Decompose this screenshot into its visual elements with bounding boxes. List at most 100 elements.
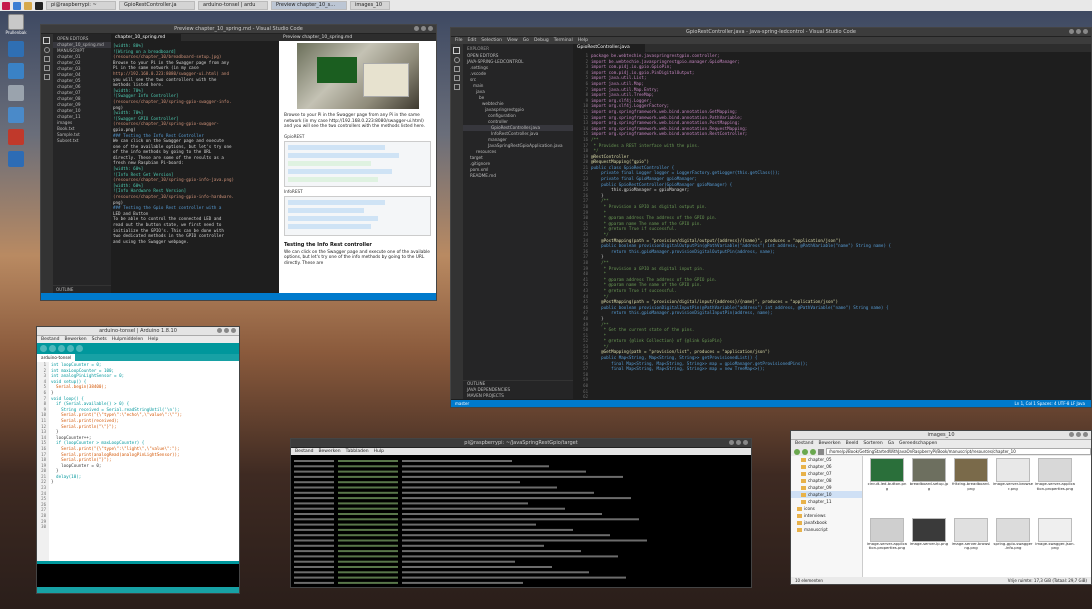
menu-item[interactable]: Bestand: [795, 441, 813, 446]
tab-gpio-rest-controller[interactable]: GpioRestController.java: [573, 44, 645, 52]
folder-tree-item[interactable]: manuscript: [791, 526, 862, 533]
source-control-icon[interactable]: [454, 66, 460, 72]
raspberry-menu-icon[interactable]: [2, 1, 10, 10]
desktop-icon-4[interactable]: [8, 85, 24, 101]
path-field[interactable]: /home/pi/Book/GettingStartedWithJavaOnRa…: [826, 448, 1091, 455]
close-icon[interactable]: [231, 328, 236, 333]
menu-item[interactable]: Go: [523, 38, 529, 43]
save-icon[interactable]: [76, 345, 83, 352]
up-icon[interactable]: [810, 448, 816, 455]
code-editor[interactable]: 1 2 3 4 5 6 7 8 9 10 11 12 13 14 15 16 17 18 19 20 21 22 23 24 2…: [573, 53, 1091, 399]
home-icon[interactable]: [818, 448, 824, 455]
file-item[interactable]: image-swagger-json.png: [1035, 517, 1075, 573]
source-control-icon[interactable]: [44, 56, 50, 62]
close-icon[interactable]: [743, 440, 748, 445]
menu-item[interactable]: Gereedschappen: [899, 441, 937, 446]
folder-tree-item[interactable]: chapter_11: [791, 498, 862, 505]
extensions-icon[interactable]: [44, 74, 50, 80]
terminal-output[interactable]: [292, 456, 752, 588]
maximize-icon[interactable]: [421, 26, 426, 31]
tab-editor-md[interactable]: chapter_10_spring.md: [111, 34, 181, 41]
extensions-icon[interactable]: [454, 84, 460, 90]
minimize-icon[interactable]: [1069, 432, 1074, 437]
menu-item[interactable]: Hulp: [374, 449, 384, 454]
file-item[interactable]: circuit-led-button.png: [867, 458, 907, 513]
markdown-editor[interactable]: [width: 80%] ![Wiring on a breadboard] (re…: [113, 43, 278, 291]
minimize-icon[interactable]: [414, 26, 419, 31]
explorer-icon[interactable]: [43, 37, 50, 44]
menu-item[interactable]: Help: [148, 337, 158, 342]
maximize-icon[interactable]: [224, 328, 229, 333]
menu-item[interactable]: File: [455, 38, 463, 43]
file-item[interactable]: image-server-application-properties.png: [1035, 458, 1075, 513]
tree-item[interactable]: README.md: [463, 173, 573, 179]
sketch-editor[interactable]: 1 2 3 4 5 6 7 8 9 10 11 12 13 14 15 16 17 18 19 20 21 22 23 24 2…: [37, 362, 239, 561]
desktop-icon-trash[interactable]: Prullenbak: [5, 14, 27, 35]
code-text[interactable]: int loopCounter = 0; int maxLoopCounter =…: [49, 362, 182, 561]
menu-item[interactable]: Bewerken: [818, 441, 840, 446]
minimize-icon[interactable]: [217, 328, 222, 333]
task-arduino[interactable]: arduino-tonsel | ardu: [198, 1, 268, 10]
file-item[interactable]: spring-gpio-swagger-info.png: [993, 517, 1033, 573]
folder-tree-item[interactable]: chapter_09: [791, 484, 862, 491]
close-icon[interactable]: [1083, 432, 1088, 437]
menu-item[interactable]: View: [507, 38, 518, 43]
file-item[interactable]: fritzing-breadboard.png: [951, 458, 991, 513]
folder-tree-item[interactable]: icons: [791, 505, 862, 512]
task-terminal[interactable]: pi@raspberrypi: ~: [46, 1, 116, 10]
menu-item[interactable]: Bestand: [295, 449, 313, 454]
explorer-item[interactable]: Subset.txt: [53, 138, 111, 144]
file-item[interactable]: image-server-ip.png: [909, 517, 949, 573]
menu-item[interactable]: Edit: [468, 38, 477, 43]
debug-icon[interactable]: [44, 65, 50, 71]
verify-icon[interactable]: [40, 345, 47, 352]
close-icon[interactable]: [1083, 29, 1088, 34]
forward-icon[interactable]: [802, 448, 808, 455]
code-text[interactable]: package be.webtechie.javaspringrestgpio.…: [591, 53, 891, 399]
task-vscode-md[interactable]: Preview chapter_10_s...: [271, 1, 347, 10]
folder-tree-item[interactable]: chapter_07: [791, 470, 862, 477]
folder-tree-item[interactable]: chapter_05: [791, 456, 862, 463]
maximize-icon[interactable]: [1076, 432, 1081, 437]
menu-item[interactable]: Sorteren: [863, 441, 882, 446]
file-item[interactable]: image-server-browser.png: [993, 458, 1033, 513]
terminal-icon[interactable]: [35, 1, 43, 10]
tab-preview[interactable]: Preview chapter_10_spring.md: [279, 34, 436, 41]
menu-item[interactable]: Hulpmiddelen: [112, 337, 143, 342]
maximize-icon[interactable]: [1076, 29, 1081, 34]
minimize-icon[interactable]: [729, 440, 734, 445]
desktop-icon-7[interactable]: [8, 151, 24, 167]
menu-item[interactable]: Bestand: [41, 337, 59, 342]
file-manager-icon[interactable]: [24, 1, 32, 10]
file-item[interactable]: image-server-browsing.png: [951, 517, 991, 573]
desktop-icon-3[interactable]: [8, 63, 24, 79]
desktop-icon-5[interactable]: [8, 107, 24, 123]
tab-sketch[interactable]: arduino-tonsel: [37, 354, 76, 361]
menu-item[interactable]: Bewerken: [64, 337, 86, 342]
menu-item[interactable]: Help: [578, 38, 588, 43]
menu-item[interactable]: Ga: [888, 441, 894, 446]
task-filemanager[interactable]: images_10: [350, 1, 390, 10]
menu-item[interactable]: Bewerken: [318, 449, 340, 454]
folder-tree-item[interactable]: interviews: [791, 512, 862, 519]
folder-tree-item[interactable]: javafxbook: [791, 519, 862, 526]
search-icon[interactable]: [454, 57, 460, 63]
panel-section[interactable]: MAVEN PROJECTS: [463, 393, 573, 399]
debug-icon[interactable]: [454, 75, 460, 81]
menu-item[interactable]: Terminal: [554, 38, 573, 43]
close-icon[interactable]: [428, 26, 433, 31]
folder-tree-item[interactable]: chapter_10: [791, 491, 862, 498]
git-branch[interactable]: master: [455, 401, 469, 406]
folder-tree-item[interactable]: chapter_08: [791, 477, 862, 484]
maximize-icon[interactable]: [736, 440, 741, 445]
menu-item[interactable]: Beeld: [846, 441, 859, 446]
back-icon[interactable]: [794, 448, 800, 455]
menu-item[interactable]: Tabbladen: [346, 449, 369, 454]
desktop-icon-6[interactable]: [8, 129, 24, 145]
explorer-icon[interactable]: [453, 47, 460, 54]
outline-section[interactable]: OUTLINE: [53, 285, 111, 293]
menu-item[interactable]: Schets: [92, 337, 107, 342]
menu-item[interactable]: Debug: [534, 38, 549, 43]
desktop-icon-2[interactable]: [8, 41, 24, 57]
open-icon[interactable]: [67, 345, 74, 352]
